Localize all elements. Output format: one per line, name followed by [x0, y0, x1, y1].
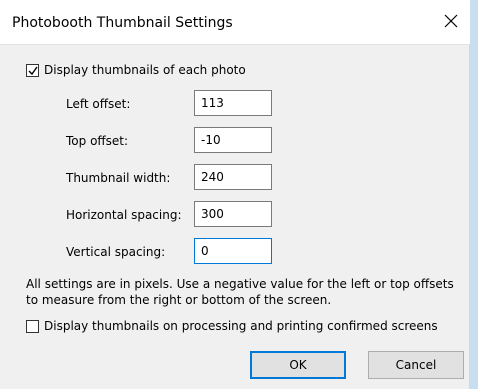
left-offset-label: Left offset:: [66, 97, 131, 111]
display-thumbnails-label[interactable]: Display thumbnails of each photo: [44, 63, 246, 77]
horizontal-spacing-input[interactable]: [194, 201, 272, 227]
ok-button[interactable]: OK: [250, 351, 346, 379]
display-on-confirmed-checkbox[interactable]: [26, 320, 39, 333]
window-title: Photobooth Thumbnail Settings: [12, 15, 233, 31]
close-icon: [444, 14, 458, 28]
left-offset-input[interactable]: [194, 90, 272, 116]
display-thumbnails-checkbox[interactable]: [26, 64, 39, 77]
top-offset-label: Top offset:: [66, 134, 129, 148]
settings-dialog: Photobooth Thumbnail Settings Display th…: [0, 0, 470, 389]
thumbnail-width-label: Thumbnail width:: [66, 171, 171, 185]
checkmark-icon: [28, 66, 38, 76]
top-offset-input[interactable]: [194, 127, 272, 153]
vertical-spacing-input[interactable]: [194, 238, 272, 264]
close-button[interactable]: [438, 10, 464, 34]
thumbnail-width-input[interactable]: [194, 164, 272, 190]
display-on-confirmed-label[interactable]: Display thumbnails on processing and pri…: [44, 319, 438, 333]
pixel-units-note: All settings are in pixels. Use a negati…: [26, 277, 454, 307]
horizontal-spacing-label: Horizontal spacing:: [66, 208, 182, 222]
title-bar: Photobooth Thumbnail Settings: [0, 0, 470, 45]
vertical-spacing-label: Vertical spacing:: [66, 245, 166, 259]
cancel-button[interactable]: Cancel: [368, 351, 464, 379]
